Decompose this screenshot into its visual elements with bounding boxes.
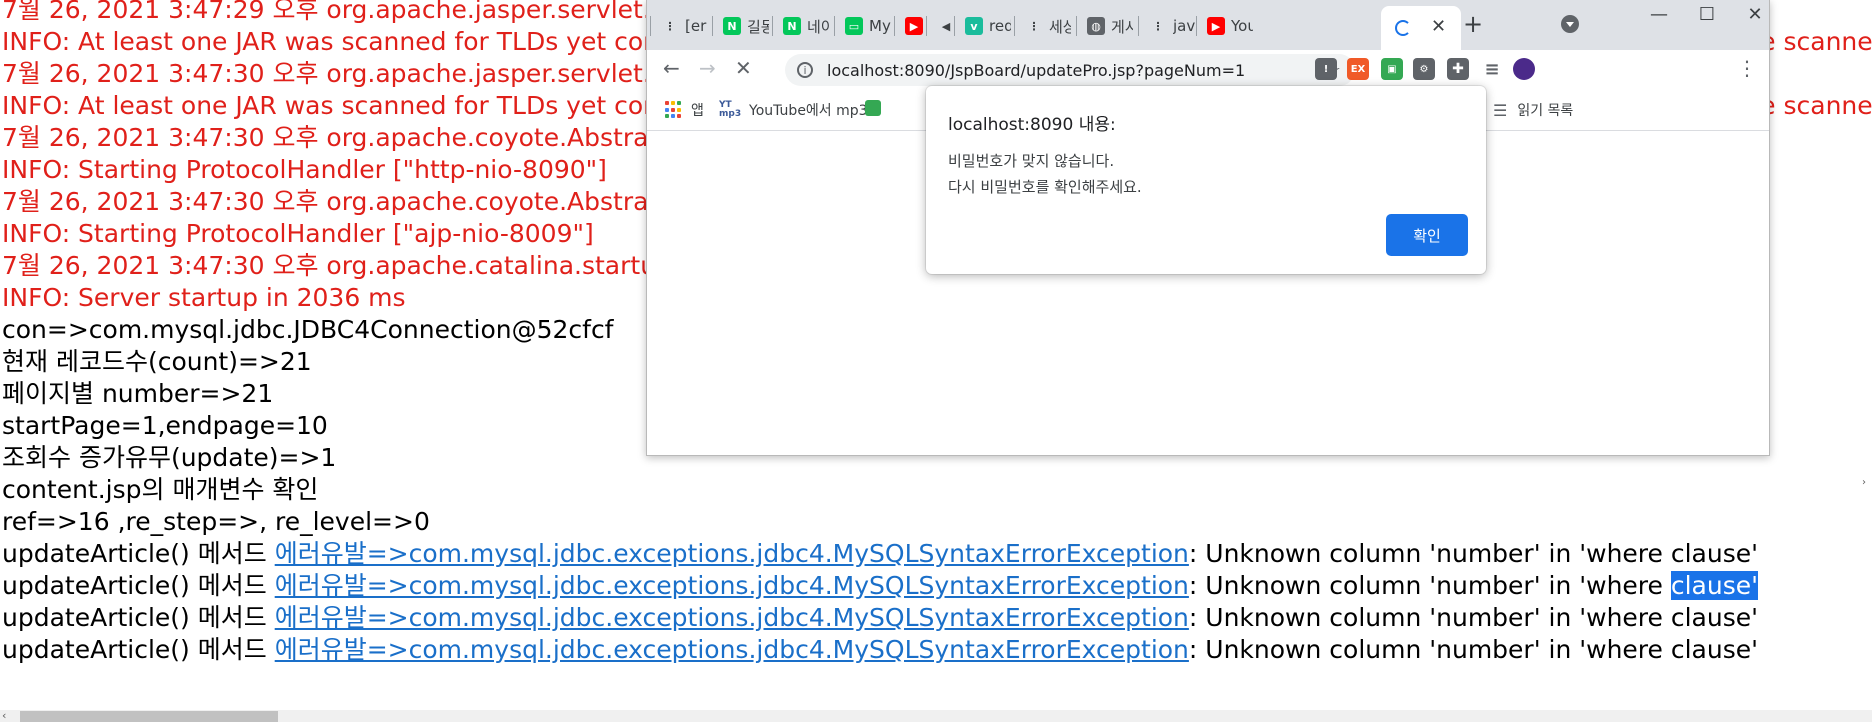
browser-toolbar: ← → ✕ i localhost:8090/JspBoard/updatePr… (647, 50, 1769, 90)
media-control-icon[interactable]: ≡ (1481, 58, 1503, 80)
exception-link[interactable]: 에러유발=>com.mysql.jdbc.exceptions.jdbc4.My… (275, 603, 1189, 632)
bookmark-green-icon (865, 100, 881, 116)
error-line: updateArticle() 메서드 에러유발=>com.mysql.jdbc… (2, 570, 1872, 602)
youtube-icon: ▶ (1207, 17, 1225, 35)
extension-1-icon[interactable]: ! (1315, 58, 1337, 80)
site-info-icon[interactable]: i (797, 62, 813, 78)
error-message: : Unknown column 'number' in 'where (1188, 635, 1671, 664)
speaker-icon: ◀ (941, 19, 951, 33)
bookmark-apps-label: 앱 (691, 103, 704, 119)
dialog-title: localhost:8090 내용: (948, 115, 1116, 135)
error-line: updateArticle() 메서드 에러유발=>com.mysql.jdbc… (2, 602, 1872, 634)
alert-dialog: localhost:8090 내용: 비밀번호가 맞지 않습니다. 다시 비밀번… (926, 86, 1486, 274)
tab-title: 세상 (1049, 17, 1071, 36)
extension-ex-icon[interactable]: EX (1347, 58, 1369, 80)
chat-icon: ▭ (845, 17, 863, 35)
back-arrow-icon[interactable]: ← (663, 56, 680, 80)
tab-separator (834, 16, 835, 36)
error-message: : Unknown column 'number' in 'where (1188, 603, 1671, 632)
error-message-end: clause' (1670, 539, 1758, 568)
console-line: content.jsp의 매개변수 확인 (2, 475, 319, 504)
error-message: : Unknown column 'number' in 'where (1188, 571, 1671, 600)
horizontal-scrollbar[interactable]: ‹ (0, 710, 1872, 722)
new-tab-button[interactable]: + (1463, 10, 1483, 38)
stop-loading-icon[interactable]: ✕ (735, 56, 752, 80)
tab-separator (1138, 16, 1139, 36)
scrollbar-thumb[interactable] (20, 711, 278, 722)
bookmark-youtube-mp3[interactable]: YT mp3 YouTube에서 mp3 (719, 100, 868, 120)
tab-separator (712, 16, 713, 36)
tab-title: 길동 (747, 17, 769, 36)
reading-list-icon: ☰ (1493, 100, 1508, 120)
scroll-left-arrow-icon[interactable]: ‹ (2, 710, 6, 722)
extension-gear-icon[interactable]: ⚙ (1413, 58, 1435, 80)
v-icon: v (965, 17, 983, 35)
error-message: : Unknown column 'number' in 'where (1188, 539, 1671, 568)
error-message-end: clause' (1670, 603, 1758, 632)
menu-dots-icon[interactable]: ⋮ (1737, 56, 1757, 80)
apps-grid-icon (665, 101, 683, 119)
tab-separator (772, 16, 773, 36)
extensions-puzzle-icon[interactable]: ✚ (1447, 58, 1469, 80)
tree-icon: ⋮ (1028, 19, 1040, 33)
error-line: updateArticle() 메서드 에러유발=>com.mysql.jdbc… (2, 538, 1872, 570)
youtube-icon: ▶ (905, 17, 923, 35)
error-message-end: clause' (1670, 571, 1758, 600)
ytmp3-icon: YT mp3 (719, 100, 742, 119)
tab-strip: ✕ + — ☐ ✕ ⋮[errN길동N네이▭My▶◀vred⋮세상◍게시⋮jav… (647, 0, 1769, 50)
tab-separator (1196, 16, 1197, 36)
loading-spinner-icon (1395, 20, 1411, 36)
tree-icon: ⋮ (1152, 19, 1164, 33)
error-line: updateArticle() 메서드 에러유발=>com.mysql.jdbc… (2, 634, 1872, 666)
tab-title: red (989, 17, 1011, 35)
reading-list-label: 읽기 목록 (1517, 103, 1574, 119)
profile-avatar[interactable] (1513, 58, 1535, 80)
dialog-message-line: 비밀번호가 맞지 않습니다. (948, 152, 1115, 170)
tab-separator (1076, 16, 1077, 36)
dialog-message-line: 다시 비밀번호를 확인해주세요. (948, 178, 1142, 196)
tab-title: You (1231, 17, 1253, 35)
tab-active[interactable]: ✕ (1381, 6, 1461, 50)
tab-separator (926, 16, 927, 36)
tab-title: [err (685, 17, 707, 35)
tab-separator (954, 16, 955, 36)
tab-title: 네이 (807, 17, 829, 36)
bookmark-apps[interactable]: 앱 (665, 100, 704, 120)
exception-link[interactable]: 에러유발=>com.mysql.jdbc.exceptions.jdbc4.My… (275, 539, 1189, 568)
tab-separator (894, 16, 895, 36)
reading-list-button[interactable]: ☰ 읽기 목록 (1493, 100, 1573, 120)
naver-icon: N (783, 17, 801, 35)
tab-search-icon[interactable] (1561, 15, 1579, 33)
tab-title: 게시 (1111, 17, 1133, 36)
tab-close-icon[interactable]: ✕ (1431, 16, 1446, 37)
exception-link[interactable]: 에러유발=>com.mysql.jdbc.exceptions.jdbc4.My… (275, 635, 1189, 664)
extension-screen-icon[interactable]: ▣ (1381, 58, 1403, 80)
globe-icon: ◍ (1087, 17, 1105, 35)
scroll-arrow-icon[interactable]: › (1862, 478, 1872, 488)
tab-separator (650, 16, 651, 36)
console-line: ref=>16 ,re_step=>, re_level=>0 (2, 507, 430, 536)
dialog-message: 비밀번호가 맞지 않습니다. 다시 비밀번호를 확인해주세요. (948, 148, 1142, 200)
bookmark-green[interactable] (865, 100, 881, 116)
tab-title: java (1173, 17, 1195, 35)
error-prefix: updateArticle() 메서드 (2, 603, 275, 632)
error-prefix: updateArticle() 메서드 (2, 571, 275, 600)
forward-arrow-icon[interactable]: → (699, 56, 716, 80)
ok-button[interactable]: 확인 (1386, 214, 1468, 256)
tab-separator (1014, 16, 1015, 36)
bookmark-youtube-mp3-label: YouTube에서 mp3 (749, 103, 868, 119)
naver-icon: N (723, 17, 741, 35)
close-window-button[interactable]: ✕ (1727, 0, 1783, 28)
address-url[interactable]: localhost:8090/JspBoard/updatePro.jsp?pa… (827, 61, 1245, 80)
exception-link[interactable]: 에러유발=>com.mysql.jdbc.exceptions.jdbc4.My… (275, 571, 1189, 600)
error-prefix: updateArticle() 메서드 (2, 539, 275, 568)
address-bar[interactable]: i localhost:8090/JspBoard/updatePro.jsp?… (785, 54, 1355, 86)
browser-tab[interactable]: ▶ You (1199, 10, 1269, 42)
tree-icon: ⋮ (664, 19, 676, 33)
error-message-end: clause' (1670, 635, 1758, 664)
tab-title: My (869, 17, 891, 35)
error-prefix: updateArticle() 메서드 (2, 635, 275, 664)
